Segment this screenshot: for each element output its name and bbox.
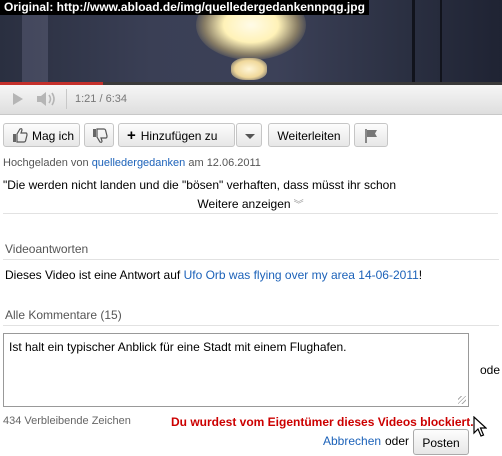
show-more-button[interactable]: Weitere anzeigen ︾ [3,195,498,214]
blocked-message: Du wurdest vom Eigentümer dieses Videos … [171,415,474,429]
video-streak [440,0,442,84]
video-response-text: Dieses Video ist eine Antwort auf Ufo Or… [5,268,422,282]
comment-textarea[interactable]: Ist halt ein typischer Anblick für eine … [3,333,469,407]
light-orb-lower [231,58,267,80]
response-prefix: Dieses Video ist eine Antwort auf [5,268,181,282]
control-divider [66,89,67,109]
image-source-caption: Original: http://www.abload.de/img/quell… [0,0,369,15]
thumbs-up-icon [13,128,28,143]
chevron-down-icon [245,134,255,139]
comment-textarea-value: Ist halt ein typischer Anblick für eine … [9,340,347,354]
truncated-side-text: ode [480,363,501,377]
thumbs-down-icon [93,128,108,143]
mouse-cursor-icon [473,416,487,437]
upload-prefix: Hochgeladen von [3,157,89,169]
upload-date: 12.06.2011 [206,157,261,169]
or-label: oder [385,434,410,448]
show-more-label: Weitere anzeigen [197,197,291,211]
volume-icon[interactable] [34,89,60,109]
add-to-button[interactable]: + Hinzufügen zu [118,123,235,147]
divider [3,259,499,260]
video-streak [412,0,415,84]
play-icon[interactable] [6,89,28,109]
player-controls: 1:21 / 6:34 [0,85,502,115]
flag-button[interactable] [354,123,388,147]
add-to-label: Hinzufügen zu [140,129,218,143]
uploader-link[interactable]: quelledergedanken [92,157,186,169]
resize-grip-icon[interactable] [458,396,466,404]
flag-icon [365,129,377,143]
add-to-dropdown-button[interactable] [236,123,262,147]
like-button[interactable]: Mag ich [3,123,80,147]
remaining-characters: 434 Verbleibende Zeichen [3,415,131,427]
cancel-link[interactable]: Abbrechen [323,434,381,448]
dislike-button[interactable] [84,123,114,147]
video-description: "Die werden nicht landen und die "bösen"… [3,178,397,192]
upload-info: Hochgeladen von quelledergedanken am 12.… [3,157,261,169]
plus-icon: + [127,127,136,144]
comments-heading: Alle Kommentare (15) [5,308,122,322]
chevron-double-down-icon: ︾ [293,200,304,211]
like-label: Mag ich [32,129,75,143]
post-button[interactable]: Posten [413,429,469,455]
video-responses-heading: Videoantworten [5,242,89,256]
response-suffix: ! [418,268,423,282]
divider [3,325,499,326]
response-video-link[interactable]: Ufo Orb was flying over my area 14-06-20… [184,268,419,282]
upload-date-prefix: am [188,157,204,169]
forward-button[interactable]: Weiterleiten [268,123,350,147]
time-display: 1:21 / 6:34 [75,93,127,105]
